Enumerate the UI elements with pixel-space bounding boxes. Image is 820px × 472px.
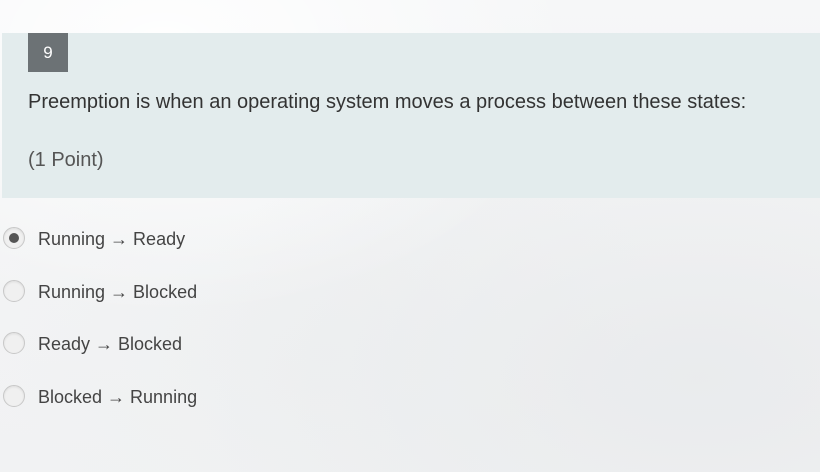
option-label[interactable]: Ready → Blocked [38, 333, 182, 355]
question-card: 9 Preemption is when an operating system… [2, 33, 820, 198]
option-running-blocked[interactable]: Running → Blocked [0, 276, 820, 329]
question-points: (1 Point) [28, 149, 104, 171]
answer-options: Running → Ready Running → Blocked Ready … [0, 223, 820, 433]
option-label[interactable]: Running → Blocked [38, 281, 197, 303]
question-number-badge: 9 [28, 33, 68, 72]
radio-button[interactable] [3, 227, 25, 249]
option-label[interactable]: Blocked → Running [38, 386, 197, 408]
radio-button[interactable] [3, 279, 25, 302]
question-text: Preemption is when an operating system m… [28, 91, 747, 113]
option-label[interactable]: Running → Ready [38, 228, 185, 250]
radio-button[interactable] [3, 332, 25, 354]
option-running-ready[interactable]: Running → Ready [0, 223, 820, 276]
radio-button[interactable] [3, 384, 25, 407]
option-ready-blocked[interactable]: Ready → Blocked [0, 328, 820, 381]
option-blocked-running[interactable]: Blocked → Running [0, 381, 820, 434]
